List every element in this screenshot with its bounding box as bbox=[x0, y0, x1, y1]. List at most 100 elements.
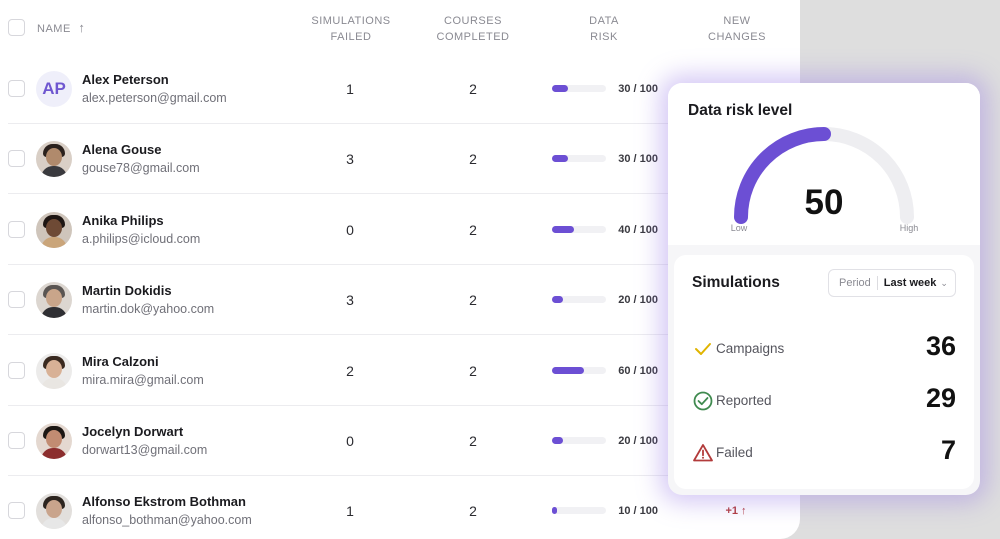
stat-label: Campaigns bbox=[716, 341, 785, 356]
stat-campaigns: Campaigns 36 bbox=[692, 331, 956, 371]
header-line: NEW bbox=[723, 15, 751, 27]
column-courses-completed-header[interactable]: COURSES COMPLETED bbox=[423, 13, 523, 45]
risk-simulations-card: Data risk level 50 Low High Simulations … bbox=[668, 83, 980, 495]
user-email: mira.mira@gmail.com bbox=[82, 372, 204, 387]
table-header: NAME ↑ SIMULATIONS FAILED COURSES COMPLE… bbox=[0, 0, 800, 54]
avatar-face bbox=[46, 430, 62, 448]
row-checkbox[interactable] bbox=[8, 291, 25, 309]
stat-label: Reported bbox=[716, 393, 772, 408]
user-email: alfonso_bothman@yahoo.com bbox=[82, 513, 252, 528]
stat-label: Failed bbox=[716, 445, 753, 460]
risk-value: 60 / 100 bbox=[618, 364, 658, 377]
user-name[interactable]: Alex Peterson bbox=[82, 72, 169, 87]
header-line: CHANGES bbox=[708, 31, 766, 43]
risk-bar-fill bbox=[552, 366, 585, 374]
risk-bar-fill bbox=[552, 296, 563, 304]
avatar bbox=[36, 211, 72, 248]
simulations-failed-value: 1 bbox=[346, 503, 354, 520]
avatar-face bbox=[46, 218, 62, 237]
header-line: COURSES bbox=[444, 15, 502, 27]
courses-completed-value: 2 bbox=[469, 433, 477, 449]
gauge-high-label: High bbox=[899, 223, 919, 233]
gauge-value: 50 bbox=[804, 183, 844, 222]
risk-value: 20 / 100 bbox=[618, 294, 658, 307]
user-name[interactable]: Jocelyn Dorwart bbox=[82, 424, 183, 439]
column-data-risk-header[interactable]: DATA RISK bbox=[574, 13, 634, 45]
avatar bbox=[36, 282, 72, 319]
period-dropdown[interactable]: Period Last week ⌄ bbox=[828, 269, 956, 297]
column-name-header[interactable]: NAME ↑ bbox=[37, 20, 85, 37]
header-line: SIMULATIONS bbox=[311, 15, 391, 27]
data-risk-title: Data risk level bbox=[688, 102, 793, 119]
risk-value: 10 / 100 bbox=[618, 505, 658, 518]
row-checkbox[interactable] bbox=[8, 80, 25, 97]
risk-value: 20 / 100 bbox=[618, 435, 658, 447]
simulations-title: Simulations bbox=[692, 274, 780, 291]
risk-bar-fill bbox=[552, 85, 569, 92]
select-all-checkbox[interactable] bbox=[8, 19, 25, 36]
row-checkbox[interactable] bbox=[8, 502, 25, 520]
name-header-label: NAME bbox=[37, 23, 71, 35]
risk-bar bbox=[552, 296, 606, 304]
user-name[interactable]: Anika Philips bbox=[82, 213, 164, 228]
avatar-shoulders bbox=[41, 236, 67, 248]
user-email: dorwart13@gmail.com bbox=[82, 443, 208, 457]
risk-bar bbox=[552, 437, 606, 444]
avatar-shoulders bbox=[41, 307, 67, 319]
risk-bar bbox=[552, 366, 606, 374]
avatar-face bbox=[46, 359, 62, 378]
user-name[interactable]: Alfonso Ekstrom Bothman bbox=[82, 494, 246, 509]
avatar bbox=[36, 493, 72, 530]
user-name[interactable]: Martin Dokidis bbox=[82, 283, 172, 298]
sort-arrow-icon[interactable]: ↑ bbox=[78, 20, 85, 35]
header-line: RISK bbox=[590, 31, 618, 43]
header-line: DATA bbox=[589, 15, 619, 27]
check-icon bbox=[695, 343, 711, 355]
courses-completed-value: 2 bbox=[469, 292, 477, 309]
chevron-down-icon: ⌄ bbox=[940, 277, 948, 288]
gauge-low-label: Low bbox=[730, 223, 748, 233]
simulations-failed-value: 3 bbox=[346, 151, 354, 168]
user-email: alex.peterson@gmail.com bbox=[82, 91, 227, 105]
column-simulations-failed-header[interactable]: SIMULATIONS FAILED bbox=[301, 13, 401, 45]
risk-bar bbox=[552, 85, 606, 92]
user-email: a.philips@icloud.com bbox=[82, 231, 201, 246]
courses-completed-value: 2 bbox=[469, 221, 477, 238]
period-divider bbox=[876, 276, 878, 290]
column-new-changes-header[interactable]: NEW CHANGES bbox=[697, 13, 777, 45]
avatar-face bbox=[46, 289, 62, 308]
avatar bbox=[36, 141, 72, 178]
avatar bbox=[36, 352, 72, 389]
avatar-shoulders bbox=[41, 166, 67, 178]
avatar: AP bbox=[36, 71, 72, 107]
risk-value: 30 / 100 bbox=[618, 83, 658, 95]
risk-bar-fill bbox=[552, 155, 569, 163]
courses-completed-value: 2 bbox=[469, 81, 477, 97]
simulations-failed-value: 0 bbox=[346, 221, 354, 238]
row-checkbox[interactable] bbox=[8, 150, 25, 168]
courses-completed-value: 2 bbox=[469, 362, 477, 379]
avatar-face bbox=[46, 148, 62, 167]
avatar bbox=[36, 423, 72, 459]
avatar-initials: AP bbox=[42, 79, 66, 98]
check-circle-icon bbox=[693, 391, 713, 411]
row-checkbox[interactable] bbox=[8, 361, 25, 379]
risk-bar bbox=[552, 155, 606, 163]
avatar-face bbox=[46, 500, 62, 519]
row-checkbox[interactable] bbox=[8, 432, 25, 449]
simulations-failed-value: 2 bbox=[346, 362, 354, 379]
stat-value: 29 bbox=[925, 383, 956, 413]
courses-completed-value: 2 bbox=[469, 503, 477, 520]
risk-gauge: 50 Low High bbox=[724, 127, 924, 237]
stat-failed: Failed 7 bbox=[692, 435, 956, 475]
risk-bar-fill bbox=[552, 507, 558, 515]
user-name[interactable]: Mira Calzoni bbox=[82, 354, 159, 369]
simulations-failed-value: 1 bbox=[346, 81, 354, 97]
warning-icon bbox=[693, 444, 713, 462]
avatar-shoulders bbox=[41, 448, 67, 459]
user-email: gouse78@gmail.com bbox=[82, 161, 200, 176]
period-label: Period bbox=[839, 277, 871, 289]
avatar-shoulders bbox=[41, 518, 67, 530]
user-name[interactable]: Alena Gouse bbox=[82, 142, 161, 157]
row-checkbox[interactable] bbox=[8, 220, 25, 238]
